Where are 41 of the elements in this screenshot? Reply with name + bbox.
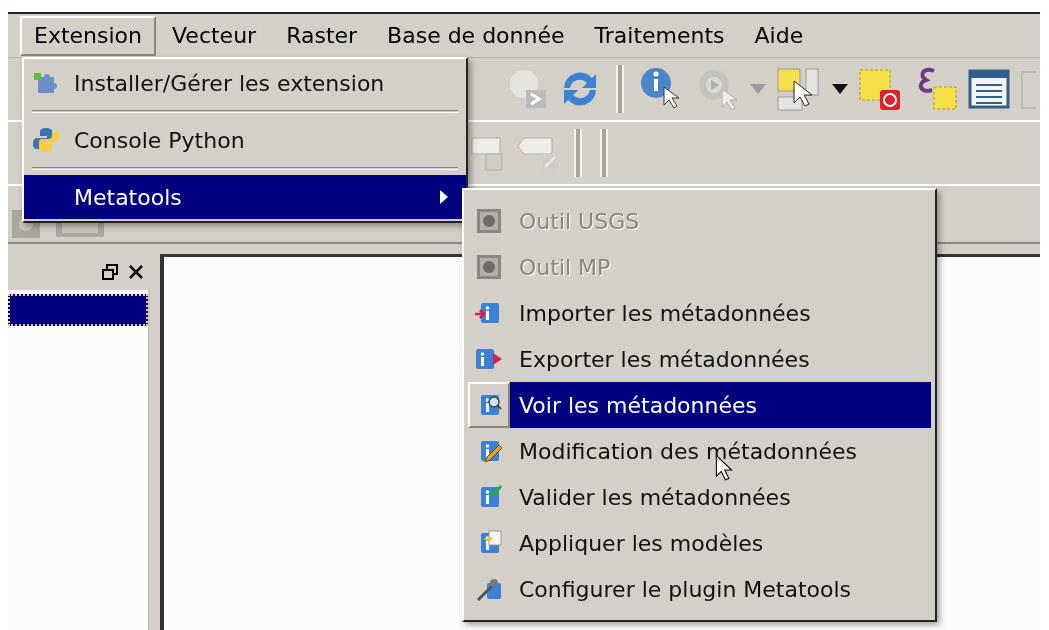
menu-item[interactable]: Metatools (24, 175, 466, 219)
select-icon[interactable] (776, 65, 822, 113)
close-icon[interactable] (128, 264, 144, 280)
submenu-item[interactable]: Importer les métadonnées (468, 290, 931, 336)
submenu-item-label: Outil MP (519, 253, 611, 282)
menu-bar-item[interactable]: Extension (20, 15, 156, 56)
submenu-item-label: Modification des métadonnées (519, 437, 857, 466)
menu-item[interactable]: Console Python (24, 118, 466, 162)
menu-bar-item[interactable]: Base de donnée (373, 15, 579, 56)
layer-row[interactable] (8, 294, 148, 326)
restore-icon[interactable] (102, 264, 118, 280)
toolbar-handle[interactable] (574, 129, 582, 177)
submenu-item-label: Importer les métadonnées (519, 299, 811, 328)
submenu-item[interactable]: Modification des métadonnées (468, 428, 931, 474)
menu-bar-item[interactable]: Aide (740, 15, 818, 56)
toolbar-handle[interactable] (600, 129, 608, 177)
menu-item[interactable]: Installer/Gérer les extension (24, 61, 466, 105)
submenu-arrow-icon (440, 190, 448, 204)
table-icon[interactable] (968, 67, 1010, 111)
submenu-item[interactable]: Appliquer les modèles (468, 520, 931, 566)
submenu-item-label: Configurer le plugin Metatools (519, 575, 852, 604)
texture-icon (475, 207, 503, 235)
menu-bar-item[interactable]: Raster (272, 15, 372, 56)
submenu-item-label: Appliquer les modèles (519, 529, 764, 558)
submenu-item-label: Voir les métadonnées (519, 391, 757, 420)
submenu-item-label: Valider les métadonnées (519, 483, 791, 512)
python-icon (32, 126, 60, 154)
menu-bar-item[interactable]: Vecteur (158, 15, 271, 56)
menu-item-label: Metatools (74, 183, 183, 212)
menu-bar-item[interactable]: Traitements (580, 15, 739, 56)
submenu-item[interactable]: Configurer le plugin Metatools (468, 566, 931, 612)
toolbar-handle[interactable] (616, 65, 624, 113)
submenu-item[interactable]: Exporter les métadonnées (468, 336, 931, 382)
texture-icon (475, 253, 503, 281)
caret-icon[interactable] (832, 84, 848, 94)
menu-item-label: Installer/Gérer les extension (74, 69, 386, 98)
deselect-icon[interactable] (858, 66, 902, 112)
submenu-item[interactable]: Valider les métadonnées (468, 474, 931, 520)
submenu-item-label: Exporter les métadonnées (519, 345, 810, 374)
submenu-item-label: Outil USGS (519, 207, 640, 236)
menu-item-label: Console Python (74, 126, 246, 155)
